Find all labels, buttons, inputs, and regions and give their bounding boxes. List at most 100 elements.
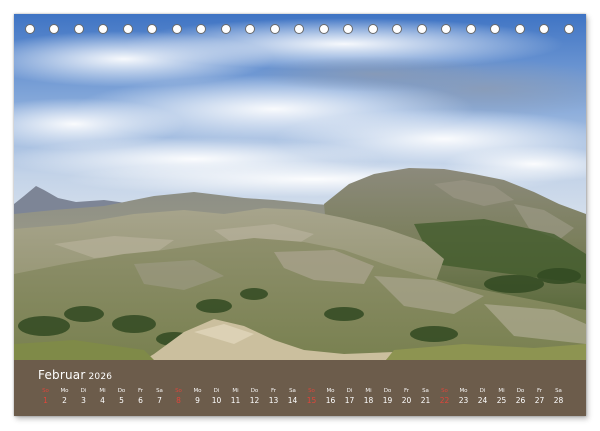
- weekday-label: Mi: [99, 388, 106, 394]
- weekday-label: So: [441, 388, 448, 394]
- day-number: 20: [401, 396, 412, 405]
- month-title: Februar 2026: [38, 368, 112, 382]
- binding-ring: [515, 24, 525, 34]
- weekday-label: Di: [346, 388, 353, 394]
- weekday-label: Mi: [498, 388, 505, 394]
- weekday-label: Fr: [403, 388, 410, 394]
- weekday-label: Di: [80, 388, 87, 394]
- mountain-landscape-photo: [14, 14, 586, 416]
- calendar-day: Fr 27: [531, 387, 549, 406]
- binding-ring: [98, 24, 108, 34]
- binding-ring: [294, 24, 304, 34]
- binding-ring: [392, 24, 402, 34]
- binding-ring: [466, 24, 476, 34]
- calendar-day: So 8: [170, 387, 188, 406]
- calendar-day: Mo 2: [56, 387, 74, 406]
- day-number: 2: [62, 396, 67, 405]
- weekday-label: Fr: [137, 388, 144, 394]
- day-number: 8: [176, 396, 181, 405]
- calendar-day: Fr 6: [132, 387, 150, 406]
- weekday-label: Sa: [156, 388, 163, 394]
- day-number: 28: [553, 396, 564, 405]
- calendar-day: Do 5: [113, 387, 131, 406]
- weekday-label: Do: [383, 388, 392, 394]
- weekday-label: Do: [117, 388, 126, 394]
- binding-ring: [564, 24, 574, 34]
- day-number: 22: [439, 396, 450, 405]
- day-number: 25: [496, 396, 507, 405]
- day-number: 7: [157, 396, 162, 405]
- calendar-day: Do 12: [246, 387, 264, 406]
- binding-ring: [196, 24, 206, 34]
- binding-ring: [343, 24, 353, 34]
- weekday-label: Do: [250, 388, 259, 394]
- calendar-day: Fr 20: [398, 387, 416, 406]
- binding-ring: [441, 24, 451, 34]
- calendar-day: Sa 28: [550, 387, 568, 406]
- binding-ring: [368, 24, 378, 34]
- day-number: 12: [249, 396, 260, 405]
- day-number: 14: [287, 396, 298, 405]
- binding-ring: [319, 24, 329, 34]
- weekday-label: So: [175, 388, 182, 394]
- weekday-label: So: [42, 388, 49, 394]
- calendar-day: Mo 9: [189, 387, 207, 406]
- calendar-page: Februar 2026 So 1 Mo 2 Di 3 Mi 4 Do 5 Fr 6 Sa 7 So 8 Mo 9 D…: [14, 14, 586, 416]
- weekday-label: Mi: [365, 388, 372, 394]
- day-number: 3: [81, 396, 86, 405]
- weekday-label: Di: [479, 388, 486, 394]
- day-number: 6: [138, 396, 143, 405]
- weekday-label: Di: [213, 388, 220, 394]
- binding-ring: [147, 24, 157, 34]
- calendar-day: Mo 16: [322, 387, 340, 406]
- day-number: 16: [325, 396, 336, 405]
- binding-ring: [74, 24, 84, 34]
- calendar-day: Do 19: [379, 387, 397, 406]
- binding-ring: [490, 24, 500, 34]
- day-number: 26: [515, 396, 526, 405]
- day-number: 10: [211, 396, 222, 405]
- weekday-label: Mo: [60, 388, 69, 394]
- day-number: 5: [119, 396, 124, 405]
- weekday-label: Fr: [270, 388, 277, 394]
- binding-rings: [14, 24, 586, 38]
- day-number: 9: [195, 396, 200, 405]
- month-year: 2026: [88, 372, 113, 382]
- weekday-label: So: [308, 388, 315, 394]
- day-number: 21: [420, 396, 431, 405]
- calendar-day: Sa 7: [151, 387, 169, 406]
- calendar-day: Fr 13: [265, 387, 283, 406]
- weekday-label: Mo: [326, 388, 335, 394]
- calendar-day: Sa 21: [417, 387, 435, 406]
- calendar-day: Mo 23: [455, 387, 473, 406]
- calendar-day: Di 3: [75, 387, 93, 406]
- binding-ring: [539, 24, 549, 34]
- calendar-day: So 22: [436, 387, 454, 406]
- binding-ring: [221, 24, 231, 34]
- day-number: 1: [43, 396, 48, 405]
- calendar-day: Mi 11: [227, 387, 245, 406]
- calendar-day: Mi 25: [493, 387, 511, 406]
- calendar-day: Di 17: [341, 387, 359, 406]
- calendar-day: Mi 4: [94, 387, 112, 406]
- calendar-day: So 15: [303, 387, 321, 406]
- weekday-label: Sa: [422, 388, 429, 394]
- binding-ring: [123, 24, 133, 34]
- day-grid: So 1 Mo 2 Di 3 Mi 4 Do 5 Fr 6 Sa 7 So 8 Mo 9 Di 10 Mi 11 Do 12 F…: [36, 387, 568, 415]
- day-number: 27: [534, 396, 545, 405]
- day-number: 15: [306, 396, 317, 405]
- weekday-label: Sa: [555, 388, 562, 394]
- weekday-label: Fr: [536, 388, 543, 394]
- day-number: 24: [477, 396, 488, 405]
- calendar-day: Do 26: [512, 387, 530, 406]
- day-number: 13: [268, 396, 279, 405]
- calendar-day: Sa 14: [284, 387, 302, 406]
- day-number: 17: [344, 396, 355, 405]
- weekday-label: Sa: [289, 388, 296, 394]
- calendar-day: Mi 18: [360, 387, 378, 406]
- month-name: Februar: [38, 368, 86, 382]
- day-number: 23: [458, 396, 469, 405]
- day-number: 4: [100, 396, 105, 405]
- calendar-day: Di 10: [208, 387, 226, 406]
- binding-ring: [25, 24, 35, 34]
